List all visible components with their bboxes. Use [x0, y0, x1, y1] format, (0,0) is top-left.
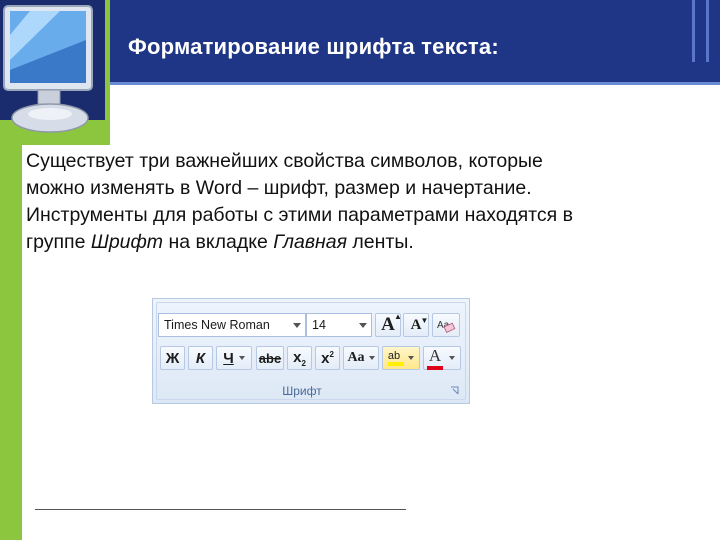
- chevron-down-icon[interactable]: [293, 323, 301, 328]
- grow-font-icon: A ▲: [381, 312, 402, 335]
- italic-term: Шрифт: [90, 231, 164, 253]
- chevron-down-icon[interactable]: [238, 356, 245, 360]
- shrink-font-button[interactable]: A ▼: [403, 313, 429, 337]
- italic-label: К: [195, 349, 206, 367]
- monitor-icon: [0, 0, 110, 145]
- font-name-value: Times New Roman: [164, 318, 270, 332]
- chevron-down-icon[interactable]: [408, 356, 415, 360]
- chevron-down-icon[interactable]: [368, 356, 375, 360]
- change-case-button[interactable]: Aa: [343, 346, 379, 370]
- underline-button[interactable]: Ч: [216, 346, 252, 370]
- shrink-font-icon: A ▼: [410, 315, 429, 333]
- body-line: можно изменять в Word – шрифт, размер и …: [26, 177, 532, 199]
- bold-button[interactable]: Ж: [160, 346, 185, 370]
- italic-button[interactable]: К: [188, 346, 213, 370]
- font-size-value: 14: [312, 318, 326, 332]
- highlight-button[interactable]: ab: [382, 346, 420, 370]
- change-case-label: Aa: [347, 350, 365, 365]
- chevron-down-icon[interactable]: [449, 356, 456, 360]
- text-fragment: группе: [26, 231, 91, 253]
- font-name-combobox[interactable]: Times New Roman: [158, 313, 306, 337]
- header-divider: [706, 0, 709, 62]
- chevron-down-icon[interactable]: [359, 323, 367, 328]
- bold-label: Ж: [165, 349, 180, 367]
- body-line: Существует три важнейших свойства символ…: [26, 150, 543, 172]
- body-line: Инструменты для работы с этими параметра…: [26, 204, 573, 226]
- grow-font-button[interactable]: A ▲: [375, 312, 402, 337]
- header-divider: [692, 0, 695, 62]
- underline-label: Ч: [223, 349, 234, 367]
- header-underline: [105, 82, 720, 85]
- italic-term: Главная: [273, 231, 348, 253]
- clear-formatting-button[interactable]: Aa: [432, 313, 460, 337]
- strikethrough-label: abe: [258, 350, 282, 366]
- body-line: группе Шрифт на вкладке Главная ленты.: [26, 229, 716, 256]
- left-accent-bar: [0, 85, 22, 540]
- strikethrough-button[interactable]: abe: [256, 346, 284, 370]
- slide-title: Форматирование шрифта текста:: [128, 34, 499, 59]
- footer-divider: [35, 509, 406, 510]
- body-paragraph: Существует три важнейших свойства символ…: [26, 148, 716, 256]
- clear-formatting-icon: Aa: [437, 320, 456, 333]
- subscript-button[interactable]: x2: [287, 346, 312, 370]
- dialog-launcher-icon[interactable]: [450, 386, 459, 395]
- ribbon-group-label: Шрифт: [282, 384, 322, 398]
- highlight-icon: ab: [387, 350, 404, 366]
- superscript-button[interactable]: x2: [315, 346, 340, 370]
- text-fragment: на вкладке: [163, 231, 274, 253]
- text-fragment: ленты.: [347, 231, 414, 253]
- superscript-icon: x2: [321, 349, 334, 367]
- subscript-icon: x2: [293, 348, 306, 368]
- font-size-combobox[interactable]: 14: [306, 313, 372, 337]
- font-color-icon: A: [426, 346, 443, 370]
- font-color-button[interactable]: A: [423, 346, 461, 370]
